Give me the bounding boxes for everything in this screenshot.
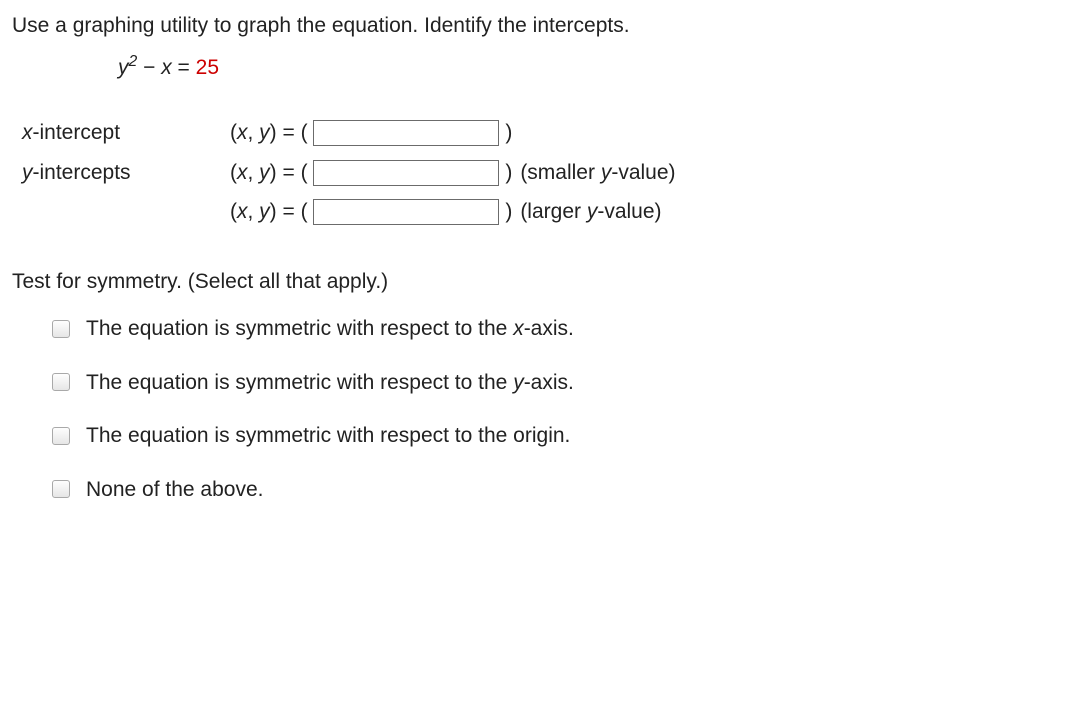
intercepts-section: x-intercept (x, y) = ( ) y-intercepts (x…	[22, 113, 676, 232]
option-label: The equation is symmetric with respect t…	[86, 313, 574, 345]
y-intercepts-label: y-intercepts	[22, 153, 230, 193]
checkbox-origin[interactable]	[52, 427, 70, 445]
checkbox-x-axis[interactable]	[52, 320, 70, 338]
equation-display: y2 − x = 25	[118, 52, 1078, 84]
checkbox-y-axis[interactable]	[52, 373, 70, 391]
equation-rhs: 25	[196, 56, 219, 79]
y-intercept-smaller-input[interactable]	[313, 160, 499, 186]
xy-prefix: (x, y) = (	[230, 161, 313, 184]
option-label: The equation is symmetric with respect t…	[86, 420, 570, 452]
option-label: None of the above.	[86, 474, 263, 506]
y-intercept-larger-input[interactable]	[313, 199, 499, 225]
x-intercept-label: x-intercept	[22, 113, 230, 153]
symmetry-option-row: None of the above.	[52, 468, 1078, 512]
symmetry-option-row: The equation is symmetric with respect t…	[52, 361, 1078, 405]
symmetry-option-row: The equation is symmetric with respect t…	[52, 307, 1078, 351]
symmetry-prompt: Test for symmetry. (Select all that appl…	[12, 266, 1078, 298]
checkbox-none[interactable]	[52, 480, 70, 498]
xy-suffix: )	[499, 161, 512, 184]
symmetry-option-row: The equation is symmetric with respect t…	[52, 414, 1078, 458]
xy-prefix: (x, y) = (	[230, 200, 313, 223]
hint-smaller: (smaller y-value)	[512, 153, 675, 193]
question-prompt: Use a graphing utility to graph the equa…	[12, 10, 1078, 42]
hint-larger: (larger y-value)	[512, 192, 675, 232]
xy-suffix: )	[499, 121, 512, 144]
xy-prefix: (x, y) = (	[230, 121, 313, 144]
option-label: The equation is symmetric with respect t…	[86, 367, 574, 399]
x-intercept-input[interactable]	[313, 120, 499, 146]
xy-suffix: )	[499, 200, 512, 223]
